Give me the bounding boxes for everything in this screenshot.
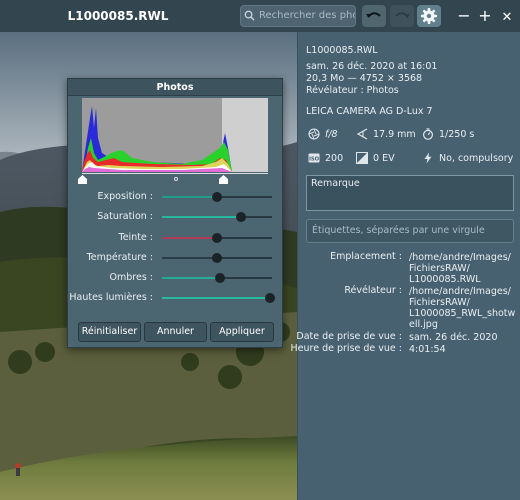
- rotate-right-button[interactable]: [390, 5, 414, 27]
- gear-icon: [421, 8, 437, 24]
- info-filename: L1000085.RWL: [306, 45, 378, 56]
- location-line: FichiersRAW/: [409, 263, 470, 274]
- highlights-label: Hautes lumières :: [69, 292, 153, 303]
- maximize-button[interactable]: +: [473, 0, 497, 32]
- slider-knob[interactable]: [264, 293, 275, 303]
- slider-knob[interactable]: [236, 212, 247, 222]
- slider-fill: [162, 237, 217, 239]
- saturation-slider[interactable]: [162, 212, 272, 222]
- maximize-icon: +: [478, 6, 492, 25]
- location-value: /home/andre/Images/ FichiersRAW/ L100008…: [409, 252, 511, 285]
- exposure-slider[interactable]: [162, 192, 272, 202]
- black-point-handle[interactable]: [78, 175, 87, 184]
- tags-input[interactable]: Étiquettes, séparées par une virgule: [306, 219, 514, 243]
- info-date: sam. 26 déc. 2020 at 16:01: [306, 61, 438, 72]
- info-iso: 200: [325, 153, 344, 164]
- tint-slider-row: Teinte :: [68, 231, 284, 245]
- location-line: L1000085.RWL: [409, 274, 481, 285]
- info-shutter: 1/250 s: [439, 129, 475, 140]
- close-button[interactable]: ✕: [495, 0, 519, 32]
- saturation-slider-row: Saturation :: [68, 210, 284, 224]
- tint-label: Teinte :: [118, 232, 153, 243]
- info-aperture: f/8: [325, 129, 338, 140]
- svg-text:ISO: ISO: [309, 156, 320, 162]
- exposure-label: Exposition :: [97, 191, 153, 202]
- temperature-slider-row: Température :: [68, 251, 284, 265]
- slider-knob[interactable]: [212, 253, 222, 263]
- info-size: 20,3 Mo — 4752 × 3568: [306, 73, 423, 84]
- header-bar: L1000085.RWL Rechercher des pho… − +: [0, 0, 520, 32]
- slider-knob[interactable]: [212, 233, 222, 243]
- iso-icon: ISO: [308, 153, 320, 163]
- temperature-label: Température :: [86, 252, 153, 263]
- highlights-slider-row: Hautes lumières :: [68, 291, 284, 305]
- rotate-left-button[interactable]: [362, 5, 386, 27]
- capture-date-label: Date de prise de vue :: [296, 331, 402, 342]
- slider-fill: [162, 257, 217, 259]
- focal-length-icon: [356, 128, 368, 140]
- search-input[interactable]: Rechercher des pho…: [240, 5, 356, 27]
- exposure-slider-row: Exposition :: [68, 190, 284, 204]
- histogram: [82, 98, 268, 172]
- shadows-slider[interactable]: [162, 273, 272, 283]
- developer-line: /home/andre/Images/: [409, 286, 511, 297]
- capture-time-value: 4:01:54: [409, 344, 446, 355]
- settings-button[interactable]: [417, 5, 441, 27]
- developer-line: FichiersRAW/: [409, 297, 470, 308]
- histogram-baseline: [82, 173, 268, 174]
- capture-time-label: Heure de prise de vue :: [290, 343, 402, 354]
- reset-button[interactable]: Réinitialiser: [78, 322, 141, 342]
- slider-knob[interactable]: [215, 273, 226, 283]
- info-camera: LEICA CAMERA AG D-Lux 7: [306, 106, 433, 117]
- developer-line: ell.jpg: [409, 319, 438, 330]
- photos-edit-dialog: Photos Exposition : Saturation : Teinte …: [67, 78, 283, 348]
- info-flash: No, compulsory: [439, 153, 514, 164]
- flash-icon: [424, 152, 432, 164]
- search-icon: [244, 10, 255, 21]
- aperture-icon: [308, 128, 320, 140]
- remark-field[interactable]: Remarque: [306, 175, 514, 211]
- cancel-button[interactable]: Annuler: [144, 322, 207, 342]
- histogram-curves: [82, 106, 232, 172]
- window-title: L1000085.RWL: [67, 9, 169, 23]
- rotate-left-icon: [366, 12, 381, 18]
- timer-icon: [422, 128, 434, 140]
- slider-fill: [162, 196, 217, 198]
- location-line: /home/andre/Images/: [409, 252, 511, 263]
- info-developer: Révélateur : Photos: [306, 85, 399, 96]
- info-focal-length: 17.9 mm: [373, 129, 416, 140]
- saturation-label: Saturation :: [97, 211, 153, 222]
- rotate-right-icon: [395, 12, 410, 18]
- temperature-slider[interactable]: [162, 253, 272, 263]
- apply-button[interactable]: Appliquer: [210, 322, 274, 342]
- midtone-handle[interactable]: [174, 177, 178, 181]
- capture-date-value: sam. 26 déc. 2020: [409, 332, 498, 343]
- highlights-slider[interactable]: [162, 293, 275, 303]
- tint-slider[interactable]: [162, 233, 272, 243]
- developer-line: L1000085_RWL_shotw: [409, 308, 516, 319]
- slider-fill: [162, 277, 221, 279]
- exposure-compensation-icon: [356, 152, 368, 164]
- shadows-slider-row: Ombres :: [68, 271, 284, 285]
- shadows-label: Ombres :: [109, 272, 153, 283]
- close-icon: ✕: [501, 10, 513, 25]
- info-ev: 0 EV: [373, 153, 395, 164]
- slider-knob[interactable]: [212, 192, 222, 202]
- developer-label: Révélateur :: [344, 285, 402, 296]
- slider-fill: [162, 297, 270, 299]
- developer-value: /home/andre/Images/ FichiersRAW/ L100008…: [409, 286, 515, 330]
- slider-fill: [162, 216, 242, 218]
- minimize-icon: −: [457, 6, 471, 25]
- dialog-title: Photos: [68, 79, 282, 96]
- info-panel: L1000085.RWL sam. 26 déc. 2020 at 16:01 …: [291, 32, 520, 500]
- location-label: Emplacement :: [330, 251, 402, 262]
- white-point-handle[interactable]: [219, 175, 228, 184]
